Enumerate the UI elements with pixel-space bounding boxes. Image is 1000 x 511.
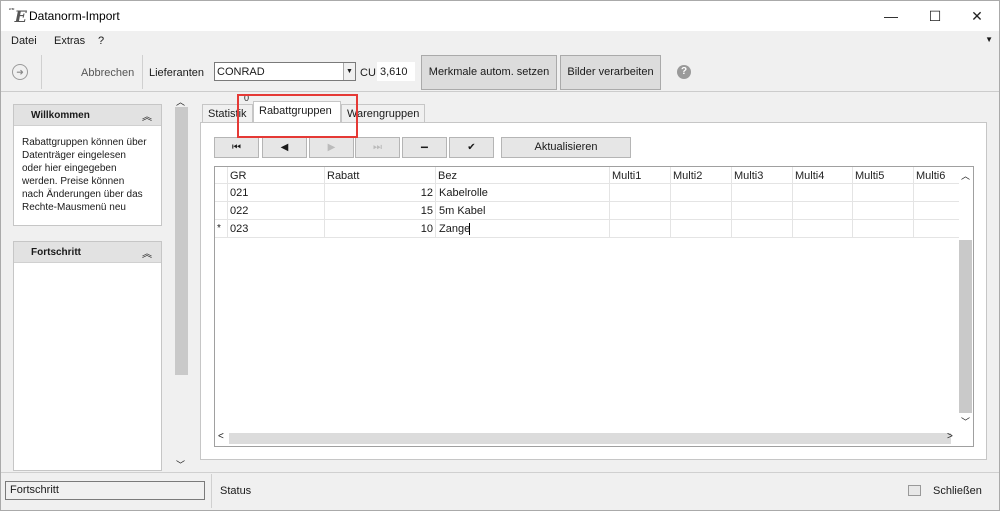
first-record-button[interactable]: ⏮ <box>214 137 259 158</box>
col-header-multi3[interactable]: Multi3 <box>732 168 763 185</box>
help-icon[interactable]: ? <box>677 65 691 79</box>
cell-gr[interactable]: 023 <box>230 221 248 237</box>
supplier-value: CONRAD <box>217 66 265 78</box>
welcome-pane-header[interactable]: Willkommen ︽ <box>14 105 161 126</box>
refresh-button[interactable]: Aktualisieren <box>501 137 631 158</box>
cell-bez[interactable]: 5m Kabel <box>439 203 485 219</box>
scroll-left-icon[interactable]: < <box>218 431 224 442</box>
col-header-bez[interactable]: Bez <box>436 168 457 185</box>
cell-bez[interactable]: Kabelrolle <box>439 185 488 201</box>
window-title: Datanorm-Import <box>29 9 120 23</box>
cell-rabatt[interactable]: 15 <box>325 203 433 219</box>
progress-pane: Fortschritt ︽ <box>13 241 162 471</box>
progress-title: Fortschritt <box>31 247 81 258</box>
close-button[interactable]: Schließen <box>933 485 982 497</box>
col-header-rabatt[interactable]: Rabatt <box>325 168 359 185</box>
grid-row-line <box>215 201 959 202</box>
toolbar-separator <box>142 55 143 89</box>
grid-horizontal-scrollbar[interactable] <box>229 433 951 444</box>
welcome-text: Rabattgruppen können über Datenträger ei… <box>22 137 147 213</box>
auto-features-button[interactable]: Merkmale autom. setzen <box>421 55 557 90</box>
close-window-button[interactable]: ✕ <box>955 1 999 31</box>
scroll-down-icon[interactable]: ﹀ <box>961 415 970 428</box>
supplier-label: Lieferanten <box>149 67 205 79</box>
menu-bar <box>1 31 999 51</box>
col-header-multi1[interactable]: Multi1 <box>610 168 641 185</box>
tab-highlight-frame <box>237 94 358 138</box>
close-panel-icon[interactable] <box>908 485 921 496</box>
status-label: Status <box>220 485 252 497</box>
previous-record-button[interactable]: ◀ <box>262 137 307 158</box>
collapse-icon[interactable]: ︽ <box>142 245 152 260</box>
post-record-button[interactable]: ✔ <box>449 137 494 158</box>
welcome-title: Willkommen <box>31 110 90 121</box>
cell-rabatt[interactable]: 10 <box>325 221 433 237</box>
grid-row-line <box>215 237 959 238</box>
col-header-multi5[interactable]: Multi5 <box>853 168 884 185</box>
welcome-pane: Willkommen ︽ Rabattgruppen können über D… <box>13 104 162 226</box>
collapse-icon[interactable]: ︽ <box>142 108 152 123</box>
menu-datei[interactable]: Datei <box>11 35 37 47</box>
cell-bez[interactable]: Zange <box>439 221 470 237</box>
cu-value: 3,610 <box>380 66 408 78</box>
minimize-button[interactable]: — <box>869 1 913 31</box>
app-logo-icon: ᵒⁿE <box>9 7 27 26</box>
left-panel-scrollbar[interactable] <box>175 107 188 375</box>
cell-gr[interactable]: 022 <box>230 203 248 219</box>
abort-button[interactable]: Abbrechen <box>81 67 134 79</box>
col-header-gr[interactable]: GR <box>228 168 247 185</box>
scroll-right-icon[interactable]: > <box>947 431 953 442</box>
cu-field[interactable]: 3,610 <box>377 62 415 81</box>
grid-row-line <box>215 219 959 220</box>
cu-label: CU <box>360 67 376 79</box>
new-row-marker: * <box>217 223 221 234</box>
supplier-select[interactable]: CONRAD ▼ <box>214 62 356 81</box>
chevron-down-icon[interactable]: ▼ <box>985 35 993 44</box>
menu-extras[interactable]: Extras <box>54 35 85 47</box>
grid-vertical-scrollbar[interactable] <box>959 240 972 413</box>
last-record-button[interactable]: ⏭ <box>355 137 400 158</box>
status-separator <box>211 474 212 508</box>
forward-arrow-icon[interactable]: ➜ <box>12 64 28 80</box>
col-header-multi6[interactable]: Multi6 <box>914 168 945 185</box>
title-bar <box>1 1 999 31</box>
chevron-down-icon[interactable]: ▼ <box>343 63 355 80</box>
next-record-button[interactable]: ▶ <box>309 137 354 158</box>
delete-record-button[interactable]: − <box>402 137 447 158</box>
process-images-button[interactable]: Bilder verarbeiten <box>560 55 661 90</box>
scroll-down-icon[interactable]: ﹀ <box>176 458 185 471</box>
progress-status-field: Fortschritt <box>5 481 205 500</box>
cell-rabatt[interactable]: 12 <box>325 185 433 201</box>
text-cursor <box>469 223 470 235</box>
scroll-up-icon[interactable]: ︿ <box>961 169 970 182</box>
datanorm-import-window: ᵒⁿE Datanorm-Import — ☐ ✕ Datei Extras ?… <box>0 0 1000 511</box>
toolbar-separator <box>41 55 42 89</box>
col-header-multi4[interactable]: Multi4 <box>793 168 824 185</box>
menu-help[interactable]: ? <box>98 35 104 47</box>
col-header-multi2[interactable]: Multi2 <box>671 168 702 185</box>
progress-pane-header[interactable]: Fortschritt ︽ <box>14 242 161 263</box>
cell-gr[interactable]: 021 <box>230 185 248 201</box>
maximize-button[interactable]: ☐ <box>913 1 957 31</box>
